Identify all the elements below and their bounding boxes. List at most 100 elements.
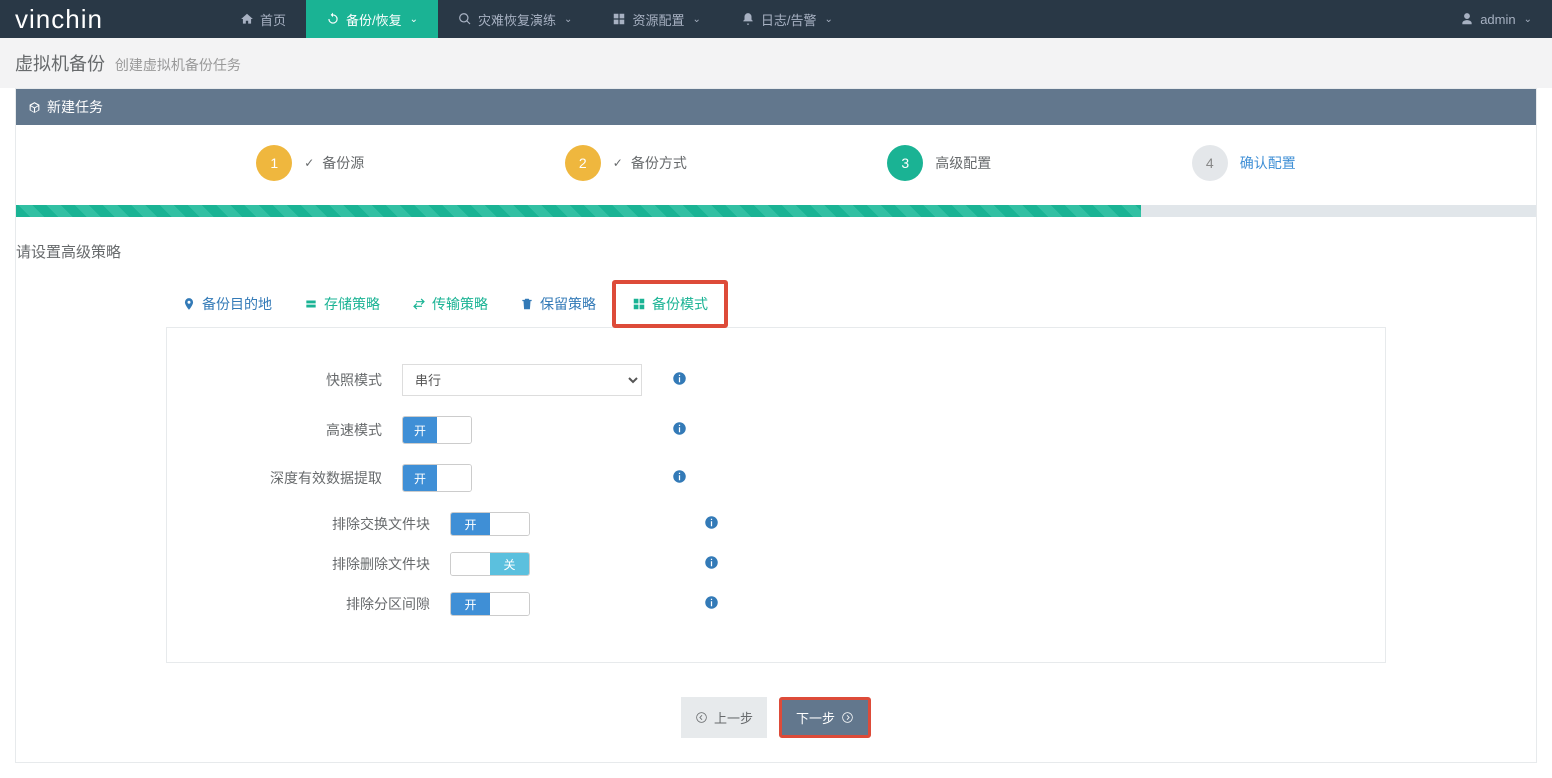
cube-icon — [28, 101, 41, 114]
toggle-handle — [490, 593, 529, 615]
arrow-right-icon — [841, 711, 854, 724]
wizard-card: 新建任务 1 ✓ 备份源 2 ✓ 备份方式 3 高级配置 4 确认配置 — [15, 88, 1537, 763]
info-icon[interactable] — [672, 371, 687, 386]
grid-icon — [612, 12, 626, 26]
user-icon — [1460, 12, 1474, 26]
home-icon — [240, 12, 254, 26]
subtabs: 备份目的地 存储策略 传输策略 保留策略 备份模式 — [166, 280, 1386, 328]
tab-retain[interactable]: 保留策略 — [504, 280, 612, 327]
nav-resource[interactable]: 资源配置 ⌄ — [592, 0, 720, 38]
chevron-down-icon: ⌄ — [824, 14, 832, 25]
row-speed: 高速模式 开 — [187, 416, 1365, 444]
next-button[interactable]: 下一步 — [779, 697, 871, 738]
snapshot-select[interactable]: 串行 — [402, 364, 642, 396]
row-partition: 排除分区间隙 开 — [235, 592, 1365, 616]
step-4: 4 确认配置 — [1192, 145, 1296, 181]
step-3-number: 3 — [887, 145, 923, 181]
nav-items: 首页 备份/恢复 ⌄ 灾难恢复演练 ⌄ 资源配置 ⌄ 日志/告警 ⌄ — [220, 0, 853, 38]
toggle-on-label: 开 — [403, 417, 437, 443]
bell-icon — [741, 12, 755, 26]
row-snapshot: 快照模式 串行 — [187, 364, 1365, 396]
swap-icon — [412, 297, 426, 311]
nav-backup[interactable]: 备份/恢复 ⌄ — [306, 0, 438, 38]
toggle-handle — [490, 513, 529, 535]
snapshot-label: 快照模式 — [187, 370, 402, 390]
deleted-label: 排除删除文件块 — [235, 554, 450, 574]
info-icon[interactable] — [704, 595, 719, 610]
top-navbar: vinchin 首页 备份/恢复 ⌄ 灾难恢复演练 ⌄ 资源配置 ⌄ 日志/告警… — [0, 0, 1552, 38]
toggle-handle — [451, 553, 490, 575]
nav-log-label: 日志/告警 — [761, 10, 817, 29]
step-3-label: 高级配置 — [935, 153, 991, 173]
section-title: 请设置高级策略 — [16, 241, 1536, 262]
tab-storage[interactable]: 存储策略 — [288, 280, 396, 327]
card-header: 新建任务 — [16, 89, 1536, 125]
swap-label: 排除交换文件块 — [235, 514, 450, 534]
toggle-on-label: 开 — [451, 593, 490, 615]
prev-button[interactable]: 上一步 — [681, 697, 767, 738]
info-icon[interactable] — [672, 469, 687, 484]
chevron-down-icon: ⌄ — [692, 14, 700, 25]
deep-label: 深度有效数据提取 — [187, 468, 402, 488]
tab-transfer[interactable]: 传输策略 — [396, 280, 504, 327]
breadcrumb-sub: 创建虚拟机备份任务 — [115, 57, 241, 73]
nav-home[interactable]: 首页 — [220, 0, 306, 38]
row-deleted: 排除删除文件块 关 — [235, 552, 1365, 576]
nav-dr[interactable]: 灾难恢复演练 ⌄ — [438, 0, 592, 38]
search-icon — [458, 12, 472, 26]
step-3: 3 高级配置 — [887, 145, 991, 181]
deep-toggle[interactable]: 开 — [402, 464, 472, 492]
breadcrumb: 虚拟机备份 创建虚拟机备份任务 — [0, 38, 1552, 88]
toggle-on-label: 开 — [451, 513, 490, 535]
pin-icon — [182, 297, 196, 311]
deleted-toggle[interactable]: 关 — [450, 552, 530, 576]
info-icon[interactable] — [672, 421, 687, 436]
step-2: 2 ✓ 备份方式 — [565, 145, 687, 181]
partition-label: 排除分区间隙 — [235, 594, 450, 614]
info-icon[interactable] — [704, 515, 719, 530]
nav-home-label: 首页 — [260, 10, 286, 29]
step-1-number: 1 — [256, 145, 292, 181]
nav-user-label: admin — [1480, 12, 1515, 27]
chevron-down-icon: ⌄ — [1524, 14, 1532, 25]
tab-backup-mode[interactable]: 备份模式 — [612, 280, 728, 328]
tab-destination[interactable]: 备份目的地 — [166, 280, 288, 327]
progress-bar — [16, 205, 1536, 217]
form-panel: 快照模式 串行 高速模式 开 深度有效数据提取 — [166, 328, 1386, 663]
partition-toggle[interactable]: 开 — [450, 592, 530, 616]
step-2-number: 2 — [565, 145, 601, 181]
progress-fill — [16, 205, 1141, 217]
grid-icon — [632, 297, 646, 311]
row-swap: 排除交换文件块 开 — [235, 512, 1365, 536]
tab-transfer-label: 传输策略 — [432, 294, 488, 314]
trash-icon — [520, 297, 534, 311]
nav-log[interactable]: 日志/告警 ⌄ — [721, 0, 853, 38]
toggle-off-label: 关 — [490, 553, 529, 575]
toggle-on-label: 开 — [403, 465, 437, 491]
nav-user[interactable]: admin ⌄ — [1440, 0, 1552, 38]
tab-storage-label: 存储策略 — [324, 294, 380, 314]
speed-toggle[interactable]: 开 — [402, 416, 472, 444]
check-icon: ✓ — [304, 156, 314, 170]
info-icon[interactable] — [704, 555, 719, 570]
toggle-handle — [437, 417, 471, 443]
check-icon: ✓ — [613, 156, 623, 170]
tab-retain-label: 保留策略 — [540, 294, 596, 314]
next-button-label: 下一步 — [796, 708, 835, 727]
nav-dr-label: 灾难恢复演练 — [478, 10, 556, 29]
disk-icon — [304, 297, 318, 311]
tab-destination-label: 备份目的地 — [202, 294, 272, 314]
chevron-down-icon: ⌄ — [410, 14, 418, 25]
prev-button-label: 上一步 — [714, 708, 753, 727]
step-4-number: 4 — [1192, 145, 1228, 181]
speed-label: 高速模式 — [187, 420, 402, 440]
nav-resource-label: 资源配置 — [632, 10, 684, 29]
breadcrumb-main: 虚拟机备份 — [15, 54, 105, 74]
brand-logo: vinchin — [0, 0, 220, 38]
step-2-label: 备份方式 — [631, 153, 687, 173]
refresh-icon — [326, 12, 340, 26]
swap-toggle[interactable]: 开 — [450, 512, 530, 536]
arrow-left-icon — [695, 711, 708, 724]
toggle-handle — [437, 465, 471, 491]
wizard-steps: 1 ✓ 备份源 2 ✓ 备份方式 3 高级配置 4 确认配置 — [156, 145, 1396, 181]
